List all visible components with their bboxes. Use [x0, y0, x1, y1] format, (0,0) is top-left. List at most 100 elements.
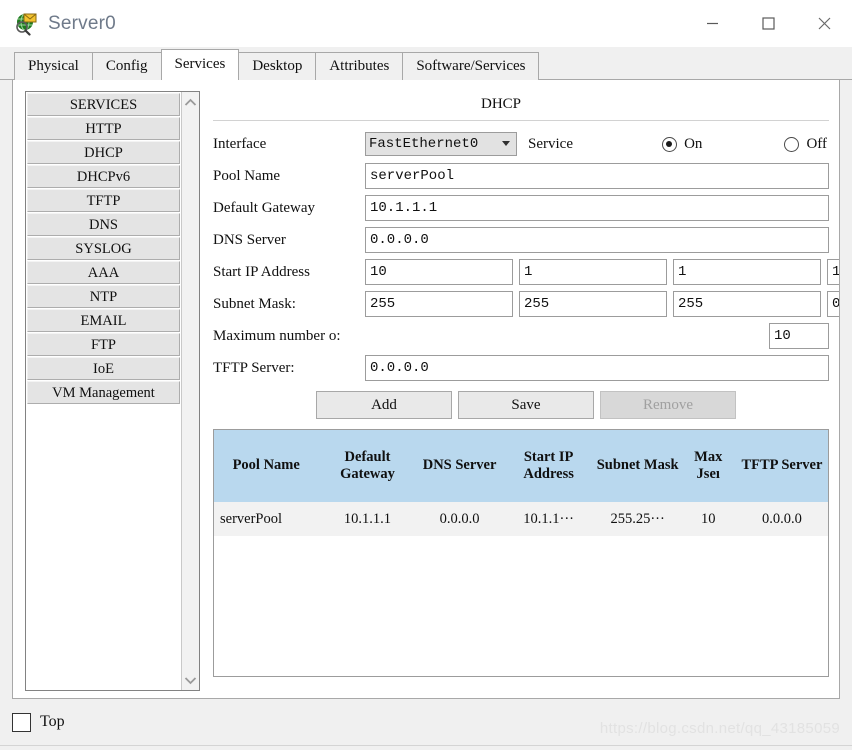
remove-button[interactable]: Remove — [600, 391, 736, 419]
column-default-gateway: Default Gateway — [318, 430, 417, 502]
column-subnet-mask: Subnet Mask — [594, 430, 681, 502]
tftp-server-input[interactable] — [365, 355, 829, 381]
default-gateway-row: Default Gateway — [213, 195, 829, 221]
tab-bar: Physical Config Services Desktop Attribu… — [0, 47, 852, 80]
column-max-user: Max Jseı — [680, 430, 736, 502]
start-ip-octet-4[interactable] — [827, 259, 839, 285]
cell-dns-server: 0.0.0.0 — [416, 502, 503, 536]
start-ip-octet-2[interactable] — [519, 259, 667, 285]
subnet-mask-row: Subnet Mask: — [213, 291, 839, 317]
tab-attributes[interactable]: Attributes — [315, 52, 404, 80]
interface-row: Interface FastEthernet0 Service On Off — [213, 131, 829, 157]
footer-bar: Top https://blog.csdn.net/qq_43185059 — [0, 699, 852, 745]
start-ip-octet-1[interactable] — [365, 259, 513, 285]
pool-name-input[interactable] — [365, 163, 829, 189]
cell-start-ip-address: 10.1.1··· — [502, 502, 595, 536]
maximize-icon[interactable] — [740, 0, 796, 47]
cell-tftp-server: 0.0.0.0 — [735, 502, 828, 536]
interface-select[interactable]: FastEthernet0 — [365, 132, 517, 156]
cell-subnet-mask: 255.25··· — [594, 502, 681, 536]
top-label: Top — [40, 713, 65, 730]
titlebar: Server0 — [0, 0, 852, 47]
subnet-mask-octet-2[interactable] — [519, 291, 667, 317]
subnet-mask-octet-1[interactable] — [365, 291, 513, 317]
save-button[interactable]: Save — [458, 391, 594, 419]
top-checkbox[interactable] — [12, 712, 31, 732]
column-tftp-server: TFTP Server — [735, 430, 828, 502]
sidebar-item-email[interactable]: EMAIL — [27, 309, 180, 332]
sidebar-item-http[interactable]: HTTP — [27, 117, 180, 140]
sidebar-item-ftp[interactable]: FTP — [27, 333, 180, 356]
dhcp-pool-table: Pool Name Default Gateway DNS Server Sta… — [213, 429, 829, 677]
tab-physical[interactable]: Physical — [14, 52, 93, 80]
sidebar-item-aaa[interactable]: AAA — [27, 261, 180, 284]
start-ip-octets — [365, 259, 839, 285]
tftp-server-label: TFTP Server: — [213, 359, 295, 376]
watermark: https://blog.csdn.net/qq_43185059 — [599, 720, 840, 737]
services-list: SERVICES HTTP DHCP DHCPv6 TFTP DNS SYSLO… — [26, 92, 181, 690]
dns-server-input[interactable] — [365, 227, 829, 253]
tab-software-services[interactable]: Software/Services — [402, 52, 540, 80]
panel-title: DHCP — [480, 96, 521, 112]
sidebar-item-syslog[interactable]: SYSLOG — [27, 237, 180, 260]
pool-name-row: Pool Name — [213, 163, 829, 189]
default-gateway-label: Default Gateway — [213, 199, 316, 216]
radio-off-icon — [784, 136, 800, 152]
sidebar-scrollbar[interactable] — [181, 92, 199, 690]
server-config-window: Server0 Physical Config Services Desktop… — [0, 0, 852, 750]
start-ip-octet-3[interactable] — [673, 259, 821, 285]
max-users-label: Maximum number o: — [213, 327, 341, 344]
tab-services[interactable]: Services — [160, 49, 240, 80]
max-users-row: Maximum number o: — [213, 323, 829, 349]
column-dns-server: DNS Server — [416, 430, 503, 502]
sidebar-item-dhcp[interactable]: DHCP — [27, 141, 180, 164]
service-label: Service — [528, 135, 573, 152]
sidebar-item-dns[interactable]: DNS — [27, 213, 180, 236]
scroll-up-icon[interactable] — [182, 92, 200, 112]
service-on-label: On — [684, 135, 703, 152]
start-ip-label: Start IP Address — [213, 263, 310, 280]
start-ip-row: Start IP Address — [213, 259, 839, 285]
table-row[interactable]: serverPool 10.1.1.1 0.0.0.0 10.1.1··· 25… — [214, 502, 828, 536]
dhcp-panel: DHCP Interface FastEthernet0 Service On — [213, 91, 839, 688]
service-off-radio[interactable]: Off — [784, 136, 827, 153]
sidebar-item-ntp[interactable]: NTP — [27, 285, 180, 308]
interface-select-wrap: FastEthernet0 — [365, 132, 517, 156]
radio-on-icon — [662, 136, 678, 152]
subnet-mask-octet-4[interactable] — [827, 291, 839, 317]
sidebar-item-services[interactable]: SERVICES — [27, 93, 180, 116]
pool-name-label: Pool Name — [213, 167, 281, 184]
service-radio-group: On Off — [662, 136, 829, 153]
subnet-mask-octet-3[interactable] — [673, 291, 821, 317]
column-pool-name: Pool Name — [214, 430, 319, 502]
sidebar-item-dhcpv6[interactable]: DHCPv6 — [27, 165, 180, 188]
action-buttons: Add Save Remove — [213, 391, 829, 419]
dns-server-row: DNS Server — [213, 227, 829, 253]
dns-server-label: DNS Server — [213, 231, 286, 248]
interface-label: Interface — [213, 135, 267, 152]
service-on-radio[interactable]: On — [662, 136, 702, 153]
default-gateway-input[interactable] — [365, 195, 829, 221]
subnet-mask-label: Subnet Mask: — [213, 295, 296, 312]
title-divider — [213, 120, 829, 121]
content-area: SERVICES HTTP DHCP DHCPv6 TFTP DNS SYSLO… — [12, 80, 840, 699]
sidebar-item-tftp[interactable]: TFTP — [27, 189, 180, 212]
sidebar-item-vm-management[interactable]: VM Management — [27, 381, 180, 404]
minimize-icon[interactable] — [684, 0, 740, 47]
tab-config[interactable]: Config — [91, 52, 162, 80]
subnet-mask-octets — [365, 291, 839, 317]
cell-max-user: 10 — [680, 502, 736, 536]
column-start-ip-address: Start IP Address — [502, 430, 595, 502]
close-icon[interactable] — [796, 0, 852, 47]
max-users-input[interactable] — [769, 323, 829, 349]
bottom-edge — [0, 745, 852, 750]
window-title: Server0 — [48, 12, 116, 34]
sidebar-item-ioe[interactable]: IoE — [27, 357, 180, 380]
tab-desktop[interactable]: Desktop — [238, 52, 317, 80]
add-button[interactable]: Add — [316, 391, 452, 419]
tftp-server-row: TFTP Server: — [213, 355, 829, 381]
table-header-row: Pool Name Default Gateway DNS Server Sta… — [214, 430, 828, 502]
scroll-down-icon[interactable] — [182, 670, 200, 690]
service-off-label: Off — [806, 135, 827, 152]
cell-pool-name: serverPool — [214, 502, 319, 536]
